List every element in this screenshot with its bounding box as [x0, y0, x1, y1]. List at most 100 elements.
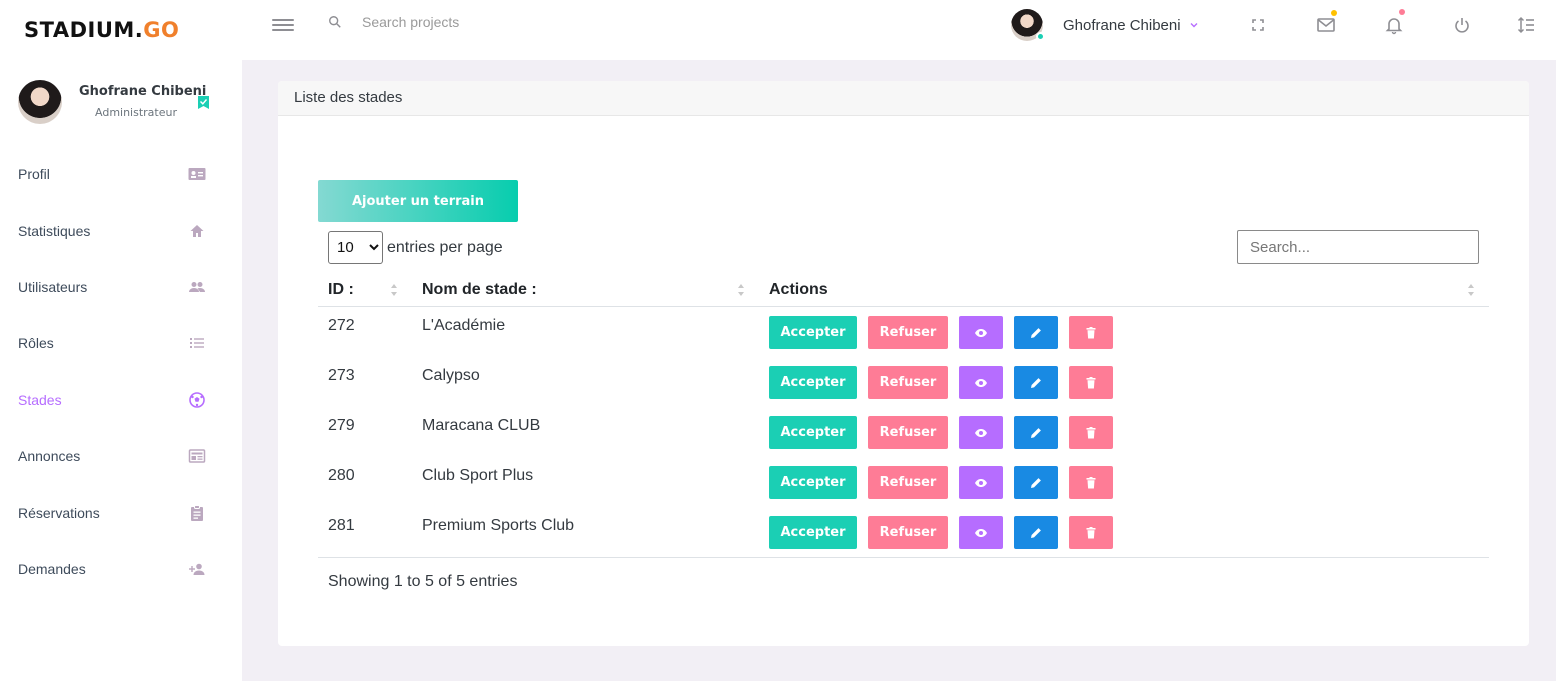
sidebar-item-label: Réservations — [18, 504, 100, 521]
accept-button[interactable]: Accepter — [769, 366, 857, 399]
format-line-spacing-icon[interactable] — [1516, 15, 1536, 35]
delete-button[interactable] — [1069, 466, 1113, 499]
sort-icon[interactable] — [1467, 283, 1475, 297]
brand-name-accent: GO — [143, 18, 180, 42]
row-id: 272 — [328, 317, 355, 334]
sort-icon[interactable] — [390, 283, 398, 297]
trash-icon — [1086, 526, 1096, 538]
table-search-input[interactable] — [1237, 230, 1479, 264]
table-footer-divider — [318, 557, 1489, 558]
bookmark-check-icon — [198, 96, 209, 109]
view-button[interactable] — [959, 366, 1003, 399]
view-button[interactable] — [959, 466, 1003, 499]
page-length-select[interactable]: 10 — [328, 231, 383, 264]
pencil-icon — [1031, 527, 1041, 538]
fullscreen-icon[interactable] — [1248, 15, 1268, 35]
refuse-button[interactable]: Refuser — [868, 416, 948, 449]
mail-icon[interactable] — [1316, 15, 1336, 35]
edit-button[interactable] — [1014, 466, 1058, 499]
sidebar-item-roles[interactable]: Rôles — [0, 315, 242, 371]
refuse-button[interactable]: Refuser — [868, 466, 948, 499]
sidebar-item-statistiques[interactable]: Statistiques — [0, 202, 242, 258]
refuse-button[interactable]: Refuser — [868, 516, 948, 549]
delete-button[interactable] — [1069, 366, 1113, 399]
accept-button[interactable]: Accepter — [769, 516, 857, 549]
sidebar-item-stades[interactable]: Stades — [0, 372, 242, 428]
chevron-down-icon — [1190, 23, 1198, 28]
row-stade-name: L'Académie — [422, 317, 506, 334]
top-navbar: STADIUM.GO Ghofrane Chibeni — [0, 0, 1556, 60]
view-button[interactable] — [959, 516, 1003, 549]
refuse-button[interactable]: Refuser — [868, 366, 948, 399]
sidebar-item-reservations[interactable]: Réservations — [0, 484, 242, 540]
newspaper-icon — [188, 449, 206, 463]
table-row: 280 Club Sport Plus Accepter Refuser — [318, 458, 1489, 508]
row-id: 279 — [328, 417, 355, 434]
entries-per-page-label: entries per page — [387, 238, 503, 256]
pencil-icon — [1031, 427, 1041, 438]
pencil-icon — [1031, 377, 1041, 388]
brand-name: STADIUM. — [24, 18, 144, 42]
delete-button[interactable] — [1069, 516, 1113, 549]
home-icon — [190, 224, 204, 237]
mail-badge — [1331, 10, 1337, 16]
sidebar-item-label: Profil — [18, 166, 50, 183]
column-header-id[interactable]: ID : — [328, 281, 354, 299]
avatar — [1011, 9, 1045, 41]
sidebar-item-label: Demandes — [18, 560, 86, 577]
search-icon — [329, 16, 341, 28]
soccer-ball-icon — [189, 391, 205, 408]
column-header-actions[interactable]: Actions — [769, 281, 828, 299]
trash-icon — [1086, 476, 1096, 488]
add-terrain-button[interactable]: Ajouter un terrain — [318, 180, 518, 222]
user-dropdown[interactable]: Ghofrane Chibeni — [1011, 9, 1199, 41]
sidebar-nav: Profil Statistiques Utilisateurs Rôles S… — [0, 146, 242, 597]
edit-button[interactable] — [1014, 516, 1058, 549]
sidebar: Ghofrane Chibeni Administrateur Profil S… — [0, 60, 242, 681]
eye-icon — [975, 378, 987, 387]
row-id: 273 — [328, 367, 355, 384]
eye-icon — [975, 328, 987, 337]
edit-button[interactable] — [1014, 316, 1058, 349]
accept-button[interactable]: Accepter — [769, 416, 857, 449]
menu-icon[interactable] — [272, 16, 294, 34]
sidebar-item-utilisateurs[interactable]: Utilisateurs — [0, 259, 242, 315]
column-header-name[interactable]: Nom de stade : — [422, 281, 537, 299]
accept-button[interactable]: Accepter — [769, 316, 857, 349]
sidebar-item-profil[interactable]: Profil — [0, 146, 242, 202]
row-actions: Accepter Refuser — [769, 316, 1124, 349]
sort-icon[interactable] — [737, 283, 745, 297]
edit-button[interactable] — [1014, 416, 1058, 449]
table-body: 272 L'Académie Accepter Refuser 273 Caly… — [318, 308, 1489, 558]
pencil-icon — [1031, 477, 1041, 488]
row-stade-name: Calypso — [422, 367, 480, 384]
eye-icon — [975, 478, 987, 487]
sidebar-item-label: Statistiques — [18, 222, 91, 239]
brand-logo[interactable]: STADIUM. GO — [0, 0, 242, 60]
sidebar-item-demandes[interactable]: Demandes — [0, 541, 242, 597]
notification-badge — [1399, 9, 1405, 15]
table-row: 279 Maracana CLUB Accepter Refuser — [318, 408, 1489, 458]
view-button[interactable] — [959, 316, 1003, 349]
users-icon — [189, 281, 205, 292]
trash-icon — [1086, 426, 1096, 438]
delete-button[interactable] — [1069, 316, 1113, 349]
user-plus-icon — [189, 563, 205, 575]
table-info: Showing 1 to 5 of 5 entries — [328, 573, 518, 590]
profile-name: Ghofrane Chibeni — [79, 84, 207, 99]
project-search-input[interactable] — [362, 14, 582, 30]
user-name: Ghofrane Chibeni — [1063, 16, 1181, 34]
stades-card: Liste des stades Ajouter un terrain 10 e… — [278, 81, 1529, 646]
view-button[interactable] — [959, 416, 1003, 449]
edit-button[interactable] — [1014, 366, 1058, 399]
row-actions: Accepter Refuser — [769, 366, 1124, 399]
bell-icon[interactable] — [1384, 15, 1404, 35]
sidebar-profile[interactable]: Ghofrane Chibeni Administrateur — [18, 80, 228, 130]
power-icon[interactable] — [1452, 15, 1472, 35]
sidebar-item-annonces[interactable]: Annonces — [0, 428, 242, 484]
id-card-icon — [188, 168, 206, 181]
profile-role: Administrateur — [95, 106, 177, 119]
delete-button[interactable] — [1069, 416, 1113, 449]
refuse-button[interactable]: Refuser — [868, 316, 948, 349]
accept-button[interactable]: Accepter — [769, 466, 857, 499]
